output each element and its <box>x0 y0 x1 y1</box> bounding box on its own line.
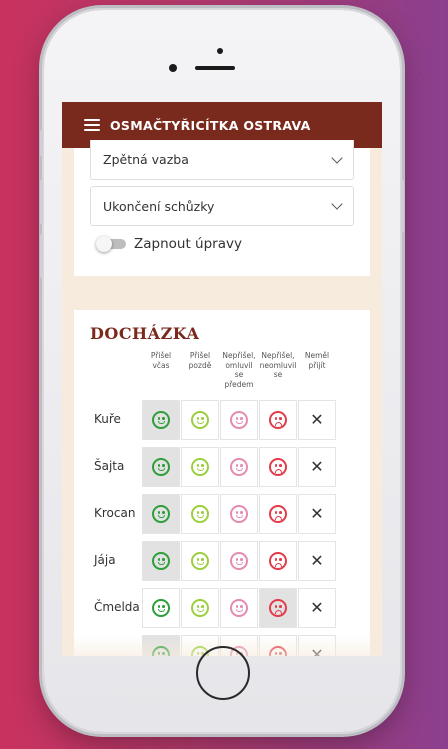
face-sad-icon <box>269 505 287 523</box>
attendance-option[interactable] <box>142 447 180 487</box>
attendance-option[interactable] <box>220 447 258 487</box>
face-happy-icon <box>152 599 170 617</box>
attendance-option[interactable] <box>259 494 297 534</box>
accordion-end-meeting[interactable]: Ukončení schůzky <box>90 186 354 226</box>
face-sad-icon <box>269 599 287 617</box>
close-icon: ✕ <box>310 457 324 476</box>
face-happy-icon <box>191 599 209 617</box>
attendee-name: Kuře <box>94 412 121 426</box>
column-header: Neměl přijít <box>304 351 330 370</box>
face-happy-icon <box>152 505 170 523</box>
column-header: Přišel pozdě <box>188 351 212 370</box>
attendance-option[interactable]: ✕ <box>298 494 336 534</box>
close-icon: ✕ <box>310 410 324 429</box>
attendee-name: Krocan <box>94 506 136 520</box>
face-happy-icon <box>191 505 209 523</box>
meeting-sections-card: Zpětná vazba Ukončení schůzky Zapnout úp… <box>74 140 370 276</box>
attendee-name: Jája <box>94 553 116 567</box>
edit-toggle-label: Zapnout úpravy <box>134 236 242 252</box>
face-happy-icon <box>152 411 170 429</box>
attendance-option[interactable] <box>181 588 219 628</box>
attendance-option[interactable]: ✕ <box>298 447 336 487</box>
phone-sensor <box>217 48 223 54</box>
chevron-down-icon <box>331 198 343 210</box>
accordion-label: Zpětná vazba <box>103 152 189 167</box>
close-icon: ✕ <box>310 551 324 570</box>
phone-volume-down-button <box>40 234 43 278</box>
attendance-option[interactable] <box>142 494 180 534</box>
face-happy-icon <box>230 411 248 429</box>
chevron-down-icon <box>331 151 343 164</box>
accordion-feedback[interactable]: Zpětná vazba <box>90 140 354 180</box>
attendee-name: Šajta <box>94 459 125 473</box>
close-icon: ✕ <box>310 504 324 523</box>
face-happy-icon <box>152 552 170 570</box>
attendance-option[interactable]: ✕ <box>298 588 336 628</box>
attendance-option[interactable] <box>220 541 258 581</box>
attendance-option[interactable] <box>181 400 219 440</box>
face-happy-icon <box>230 552 248 570</box>
attendance-option[interactable] <box>181 541 219 581</box>
attendance-card: DOCHÁZKA Přišel včas Přišel pozdě Nepřišel… <box>74 310 370 656</box>
face-happy-icon <box>191 411 209 429</box>
attendance-option[interactable] <box>181 447 219 487</box>
attendance-option[interactable] <box>259 541 297 581</box>
attendance-option[interactable] <box>259 588 297 628</box>
attendance-option[interactable] <box>259 447 297 487</box>
phone-volume-up-button <box>40 180 43 224</box>
phone-frame: OSMAČTYŘICÍTKA OSTRAVA Zpětná vazba Ukon… <box>40 10 404 732</box>
attendance-option[interactable] <box>220 494 258 534</box>
face-happy-icon <box>230 458 248 476</box>
close-icon: ✕ <box>310 598 324 617</box>
attendance-option[interactable] <box>142 400 180 440</box>
attendance-option[interactable] <box>220 400 258 440</box>
phone-power-button <box>401 180 404 232</box>
face-happy-icon <box>152 458 170 476</box>
face-sad-icon <box>269 552 287 570</box>
menu-icon[interactable] <box>84 119 100 131</box>
attendance-option[interactable] <box>142 588 180 628</box>
accordion-label: Ukončení schůzky <box>103 198 215 214</box>
column-header: Nepřišel, neomluvil se <box>259 351 297 379</box>
column-header: Nepřišel, omluvil se předem <box>222 351 256 389</box>
face-happy-icon <box>191 458 209 476</box>
attendance-option[interactable] <box>220 588 258 628</box>
face-sad-icon <box>269 458 287 476</box>
attendance-option[interactable]: ✕ <box>298 541 336 581</box>
edit-toggle-row: Zapnout úpravy <box>96 236 242 252</box>
face-happy-icon <box>191 552 209 570</box>
edit-toggle[interactable] <box>96 236 126 252</box>
phone-speaker <box>195 66 235 70</box>
attendance-option[interactable]: ✕ <box>298 400 336 440</box>
attendance-title: DOCHÁZKA <box>90 324 200 343</box>
attendance-option[interactable] <box>181 494 219 534</box>
face-happy-icon <box>230 505 248 523</box>
attendance-option[interactable] <box>142 541 180 581</box>
column-header: Přišel včas <box>150 351 172 370</box>
app-title: OSMAČTYŘICÍTKA OSTRAVA <box>110 117 311 133</box>
attendee-name: Čmelda <box>94 600 140 614</box>
phone-front-camera <box>169 64 177 72</box>
phone-screen: OSMAČTYŘICÍTKA OSTRAVA Zpětná vazba Ukon… <box>62 102 382 656</box>
face-sad-icon <box>269 411 287 429</box>
home-button[interactable] <box>196 646 250 700</box>
phone-side-button <box>40 130 43 156</box>
face-happy-icon <box>230 599 248 617</box>
attendance-option[interactable] <box>259 400 297 440</box>
